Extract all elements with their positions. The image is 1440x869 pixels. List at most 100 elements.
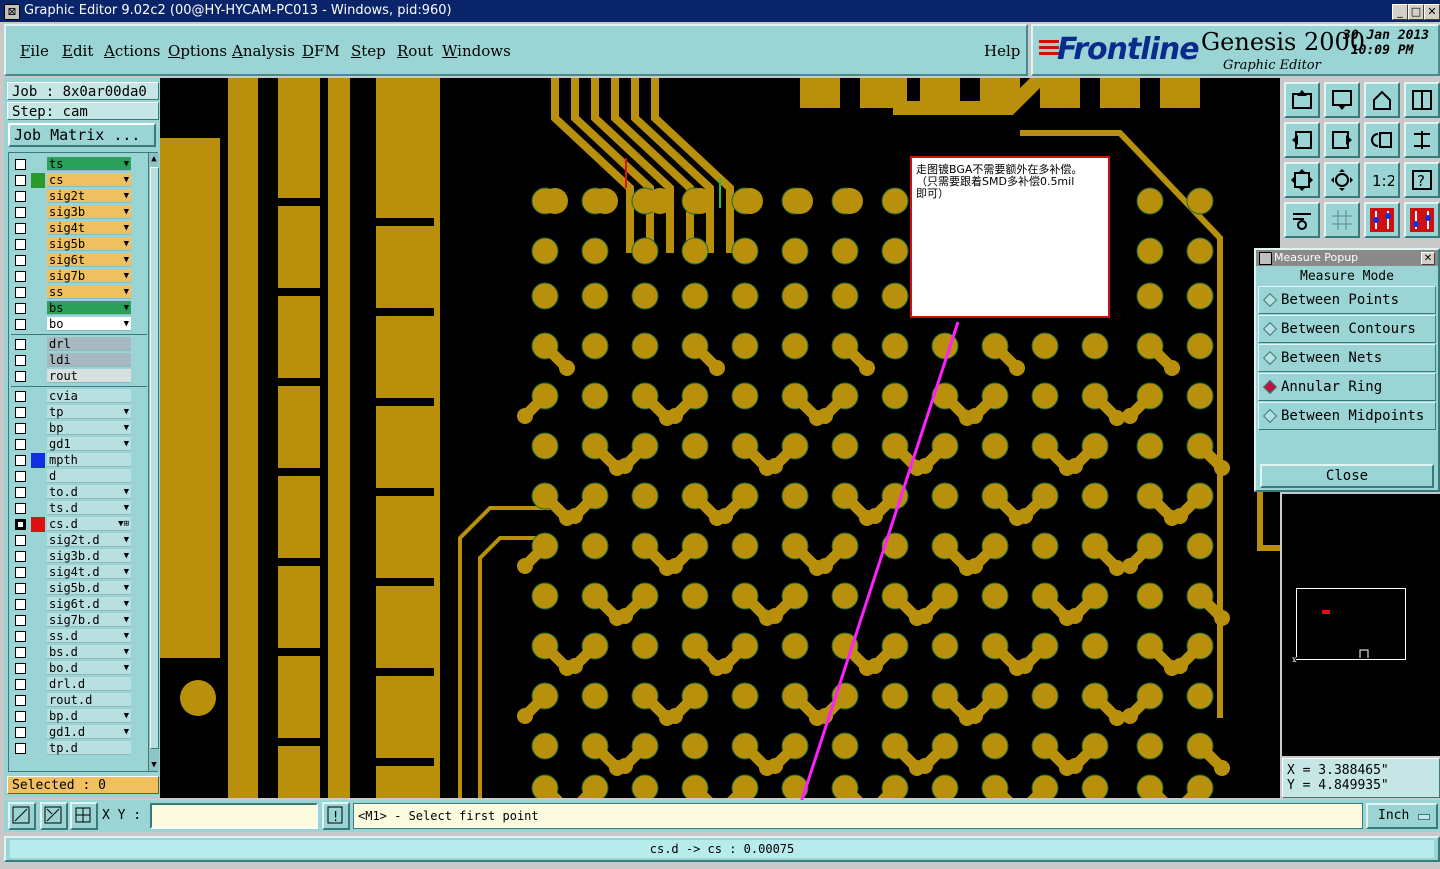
measure-option-annular-ring[interactable]: Annular Ring [1258, 373, 1436, 401]
layer-name[interactable]: mpth [47, 453, 131, 467]
layer-name[interactable]: ss.d ▼ [47, 629, 131, 643]
layer-row-bp[interactable]: bp ▼ [13, 421, 131, 436]
layer-color-swatch[interactable] [31, 253, 45, 268]
layer-name[interactable]: ts.d ▼ [47, 501, 131, 515]
layer-color-swatch[interactable] [31, 389, 45, 404]
grid-toggle-icon[interactable] [70, 802, 98, 830]
layer-visibility-checkbox[interactable] [15, 319, 26, 330]
menu-windows[interactable]: Windows [442, 42, 511, 60]
layer-row-mpth[interactable]: mpth [13, 453, 131, 468]
layer-name[interactable]: bo.d ▼ [47, 661, 131, 675]
popup-menu-icon[interactable] [1259, 252, 1272, 265]
layer-color-swatch[interactable] [31, 285, 45, 300]
layer-visibility-checkbox[interactable] [15, 355, 26, 366]
layer-row-sig3b[interactable]: sig3b ▼ [13, 205, 131, 220]
layer-row-to-d[interactable]: to.d ▼ [13, 485, 131, 500]
layer-color-swatch[interactable] [31, 693, 45, 708]
layer-name[interactable]: sig3b.d ▼ [47, 549, 131, 563]
layer-color-swatch[interactable] [31, 485, 45, 500]
layer-visibility-checkbox[interactable] [15, 191, 26, 202]
zoom-ratio-icon[interactable]: 1:2 [1364, 162, 1400, 198]
layer-name[interactable]: to.d ▼ [47, 485, 131, 499]
layer-color-swatch[interactable] [31, 369, 45, 384]
layer-name[interactable]: cs.d ▼⊞ [47, 517, 131, 531]
layer-color-swatch[interactable] [31, 581, 45, 596]
layer-row-sig5b-d[interactable]: sig5b.d ▼ [13, 581, 131, 596]
layer-visibility-checkbox[interactable] [15, 287, 26, 298]
overview-map[interactable]: x [1282, 494, 1440, 756]
layer-row-ldi[interactable]: ldi [13, 353, 131, 368]
layer-row-rout-d[interactable]: rout.d [13, 693, 131, 708]
layer-color-swatch[interactable] [31, 565, 45, 580]
menu-dfm[interactable]: DFM [302, 42, 340, 60]
layer-color-swatch[interactable] [31, 405, 45, 420]
zoom-fit-icon[interactable] [1284, 162, 1320, 198]
layer-name[interactable]: cvia [47, 389, 131, 403]
layer-row-cs-d[interactable]: cs.d ▼⊞ [13, 517, 131, 532]
measure-popup-title-bar[interactable]: Measure Popup ✕ [1256, 250, 1438, 266]
layer-color-swatch[interactable] [31, 709, 45, 724]
layer-name[interactable]: rout.d [47, 693, 131, 707]
layer-name[interactable]: bp.d ▼ [47, 709, 131, 723]
menu-edit[interactable]: Edit [62, 42, 93, 60]
layer-scrollbar[interactable]: ▲ ▼ [148, 153, 159, 771]
layer-color-swatch[interactable] [31, 645, 45, 660]
window-menu-icon[interactable]: ⊠ [4, 4, 20, 20]
layer-name[interactable]: d [47, 469, 131, 483]
xy-input[interactable] [150, 803, 318, 829]
menu-file[interactable]: File [20, 42, 49, 60]
layer-row-ss[interactable]: ss ▼ [13, 285, 131, 300]
layer-row-sig6t[interactable]: sig6t ▼ [13, 253, 131, 268]
unit-selector[interactable]: Inch [1366, 803, 1438, 829]
layer-color-swatch[interactable] [31, 677, 45, 692]
rotate-view-icon[interactable] [1364, 122, 1400, 158]
layer-visibility-checkbox[interactable] [15, 339, 26, 350]
layer-row-sig7b-d[interactable]: sig7b.d ▼ [13, 613, 131, 628]
split-view-icon[interactable] [1404, 82, 1440, 118]
layer-visibility-checkbox[interactable] [15, 487, 26, 498]
layer-name[interactable]: bs ▼ [47, 301, 131, 315]
layer-visibility-checkbox[interactable] [15, 371, 26, 382]
scroll-thumb[interactable] [150, 167, 159, 749]
layer-row-ts[interactable]: ts ▼ [13, 157, 131, 172]
layer-name[interactable]: sig5b.d ▼ [47, 581, 131, 595]
help-icon[interactable]: ? [1404, 162, 1440, 198]
layer-name[interactable]: sig4t ▼ [47, 221, 131, 235]
measure-option-between-points[interactable]: Between Points [1258, 286, 1436, 314]
layer-name[interactable]: sig7b.d ▼ [47, 613, 131, 627]
scroll-down-icon[interactable]: ▼ [149, 759, 159, 771]
menu-analysis[interactable]: Analysis [232, 42, 295, 60]
layer-row-sig4t[interactable]: sig4t ▼ [13, 221, 131, 236]
layer-name[interactable]: sig6t.d ▼ [47, 597, 131, 611]
snap-toggle-icon[interactable] [40, 802, 68, 830]
layer-visibility-checkbox[interactable] [15, 519, 26, 530]
layer-row-gd1-d[interactable]: gd1.d ▼ [13, 725, 131, 740]
layer-color-swatch[interactable] [31, 613, 45, 628]
alert-icon[interactable]: ! [322, 802, 350, 830]
layer-row-drl[interactable]: drl [13, 337, 131, 352]
layer-visibility-checkbox[interactable] [15, 207, 26, 218]
layer-color-swatch[interactable] [31, 237, 45, 252]
layer-row-tp-d[interactable]: tp.d [13, 741, 131, 756]
layer-name[interactable]: gd1 ▼ [47, 437, 131, 451]
layer-visibility-checkbox[interactable] [15, 695, 26, 706]
net-highlight-icon[interactable] [1364, 202, 1400, 238]
layer-color-swatch[interactable] [31, 221, 45, 236]
layer-visibility-checkbox[interactable] [15, 583, 26, 594]
minimize-button[interactable]: _ [1392, 4, 1408, 20]
layer-name[interactable]: ts ▼ [47, 157, 131, 171]
layer-name[interactable]: sig2t ▼ [47, 189, 131, 203]
net-compare-icon[interactable] [1404, 202, 1440, 238]
layer-name[interactable]: gd1.d ▼ [47, 725, 131, 739]
layer-visibility-checkbox[interactable] [15, 175, 26, 186]
grid-icon[interactable] [1324, 202, 1360, 238]
layer-row-drl-d[interactable]: drl.d [13, 677, 131, 692]
graphic-canvas[interactable] [160, 78, 1280, 798]
layer-visibility-checkbox[interactable] [15, 727, 26, 738]
layer-row-bs[interactable]: bs ▼ [13, 301, 131, 316]
layer-name[interactable]: sig5b ▼ [47, 237, 131, 251]
layer-visibility-checkbox[interactable] [15, 439, 26, 450]
layer-row-cvia[interactable]: cvia [13, 389, 131, 404]
layer-visibility-checkbox[interactable] [15, 271, 26, 282]
layer-color-swatch[interactable] [31, 189, 45, 204]
